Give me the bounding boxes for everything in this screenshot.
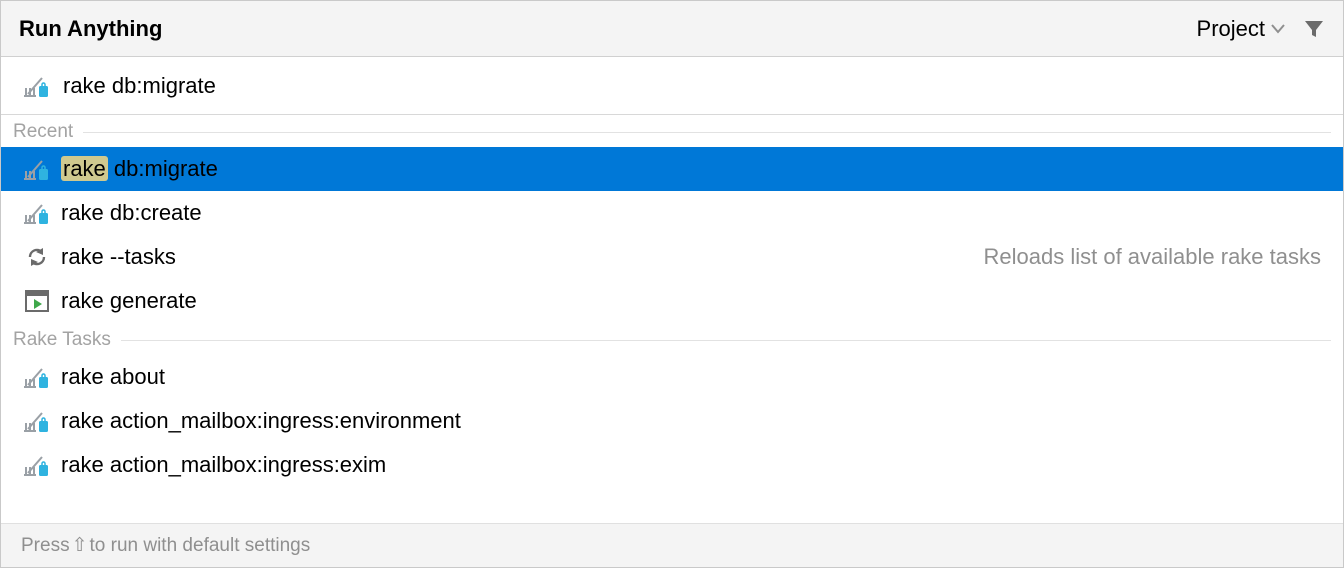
list-item[interactable]: rake db:migrate: [1, 147, 1343, 191]
item-label: rake --tasks: [61, 244, 176, 270]
rake-icon: [23, 365, 51, 389]
item-hint: Reloads list of available rake tasks: [984, 244, 1322, 270]
search-input[interactable]: [63, 73, 1321, 99]
item-label: rake db:migrate: [61, 156, 218, 182]
reload-icon: [23, 245, 51, 269]
item-text: rake --tasks: [61, 244, 176, 269]
section-label: Recent: [13, 121, 73, 143]
section-header: Rake Tasks: [1, 323, 1343, 355]
item-label: rake action_mailbox:ingress:exim: [61, 452, 386, 478]
match-highlight: rake: [61, 156, 108, 181]
rake-icon: [23, 157, 51, 181]
rake-icon: [23, 201, 51, 225]
rake-icon: [23, 409, 51, 433]
section-rule: [83, 132, 1331, 133]
list-item[interactable]: rake action_mailbox:ingress:exim: [1, 443, 1343, 487]
list-item[interactable]: rake generate: [1, 279, 1343, 323]
footer-suffix: to run with default settings: [90, 535, 311, 557]
results-list: Recent rake db:migrate rake db:create rake …: [1, 115, 1343, 487]
item-label: rake db:create: [61, 200, 202, 226]
list-item[interactable]: rake action_mailbox:ingress:environment: [1, 399, 1343, 443]
scope-selector[interactable]: Project: [1197, 16, 1285, 42]
scope-label: Project: [1197, 16, 1265, 42]
popup-title: Run Anything: [19, 16, 162, 42]
item-label: rake action_mailbox:ingress:environment: [61, 408, 461, 434]
popup-header: Run Anything Project: [1, 1, 1343, 57]
list-item[interactable]: rake about: [1, 355, 1343, 399]
filter-icon[interactable]: [1303, 18, 1325, 40]
header-right: Project: [1197, 16, 1325, 42]
section-label: Rake Tasks: [13, 329, 111, 351]
shift-icon: ⇧: [72, 534, 88, 557]
rake-icon: [23, 453, 51, 477]
list-item[interactable]: rake db:create: [1, 191, 1343, 235]
item-text: rake generate: [61, 288, 197, 313]
run-icon: [23, 290, 51, 312]
section-rule: [121, 340, 1331, 341]
rake-icon: [23, 74, 51, 98]
search-row: [1, 57, 1343, 115]
footer-prefix: Press: [21, 535, 70, 557]
item-text: rake db:create: [61, 200, 202, 225]
chevron-down-icon: [1271, 24, 1285, 34]
footer-hint: Press ⇧ to run with default settings: [1, 523, 1343, 567]
item-text: rake action_mailbox:ingress:environment: [61, 408, 461, 433]
item-text: db:migrate: [108, 156, 218, 181]
item-text: rake action_mailbox:ingress:exim: [61, 452, 386, 477]
item-text: rake about: [61, 364, 165, 389]
item-label: rake about: [61, 364, 165, 390]
item-label: rake generate: [61, 288, 197, 314]
section-header: Recent: [1, 115, 1343, 147]
list-item[interactable]: rake --tasks Reloads list of available ra…: [1, 235, 1343, 279]
